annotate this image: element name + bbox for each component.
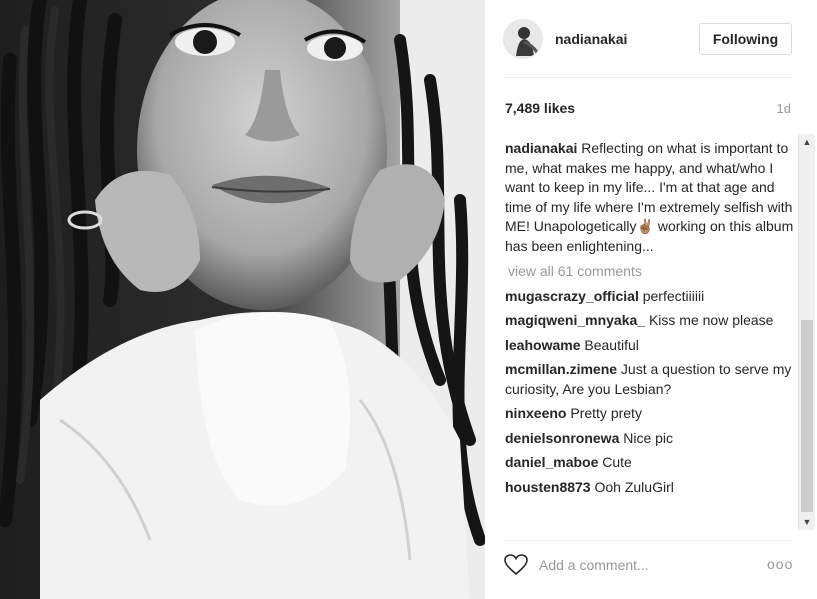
more-options-icon[interactable]: ooo [767, 556, 793, 572]
divider [503, 77, 793, 78]
comment-username[interactable]: housten8873 [505, 479, 591, 495]
comment-item: mcmillan.zimene Just a question to serve… [505, 360, 797, 399]
comment-username[interactable]: magiqweni_mnyaka_ [505, 312, 645, 328]
comments-list[interactable]: nadianakai Reflecting on what is importa… [505, 134, 797, 530]
comments-scrollbar[interactable]: ▲ ▼ [798, 134, 815, 530]
post-username[interactable]: nadianakai [555, 31, 627, 47]
comment-username[interactable]: mugascrazy_official [505, 288, 639, 304]
comment-item: denielsonronewa Nice pic [505, 429, 797, 449]
caption-text: Reflecting on what is important to me, w… [505, 140, 794, 254]
comment-item: mugascrazy_official perfectiiiiii [505, 287, 797, 307]
view-all-comments-link[interactable]: view all 61 comments [505, 262, 797, 282]
comment-text: Cute [598, 454, 632, 470]
comment-item: leahowame Beautiful [505, 336, 797, 356]
post-age[interactable]: 1d [777, 101, 791, 116]
following-button[interactable]: Following [699, 23, 792, 55]
comment-text: Pretty prety [566, 405, 642, 421]
comment-item: ninxeeno Pretty prety [505, 404, 797, 424]
add-comment-input[interactable] [539, 554, 749, 576]
avatar-image [504, 20, 542, 58]
heart-icon[interactable] [504, 553, 528, 577]
scroll-down-arrow-icon[interactable]: ▼ [799, 514, 815, 530]
avatar[interactable] [503, 19, 543, 59]
comment-username[interactable]: mcmillan.zimene [505, 361, 617, 377]
comment-item: daniel_maboe Cute [505, 453, 797, 473]
comment-text: Beautiful [580, 336, 639, 353]
comment-username[interactable]: ninxeeno [505, 405, 566, 421]
comment-text: Ooh ZuluGirl [590, 478, 674, 495]
caption: nadianakai Reflecting on what is importa… [505, 139, 797, 256]
comment-username[interactable]: denielsonronewa [505, 430, 619, 446]
caption-username[interactable]: nadianakai [505, 140, 577, 156]
comment-username[interactable]: leahowame [505, 337, 580, 353]
photo-image [0, 0, 485, 599]
scrollbar-thumb[interactable] [801, 320, 813, 512]
divider [503, 540, 793, 541]
comment-text: Nice pic [619, 429, 674, 446]
comment-item: housten8873 Ooh ZuluGirl [505, 478, 797, 498]
comment-item: magiqweni_mnyaka_ Kiss me now please [505, 311, 797, 331]
post-photo [0, 0, 485, 599]
comment-text: perfectiiiiii [638, 287, 705, 304]
post-details-panel: nadianakai Following 7,489 likes 1d nadi… [485, 0, 817, 599]
comments-section: nadianakai Reflecting on what is importa… [505, 134, 817, 530]
post-header: nadianakai Following [503, 18, 793, 62]
scroll-up-arrow-icon[interactable]: ▲ [799, 134, 815, 150]
likes-count[interactable]: 7,489 likes [505, 100, 575, 116]
comment-text: Kiss me now please [645, 312, 774, 328]
comment-username[interactable]: daniel_maboe [505, 454, 598, 470]
